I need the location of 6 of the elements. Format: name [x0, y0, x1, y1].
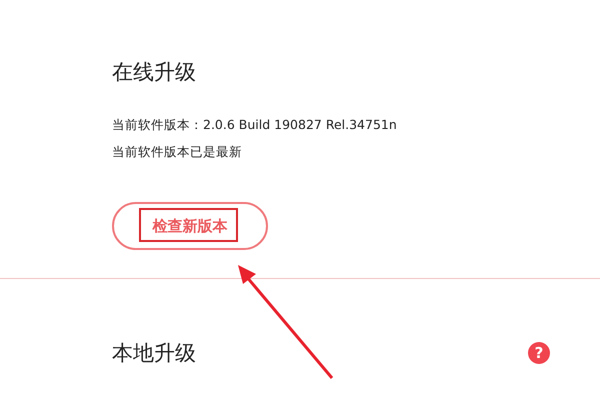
- check-update-button[interactable]: 检查新版本: [112, 202, 268, 250]
- help-button[interactable]: ?: [528, 342, 550, 364]
- status-text: 当前软件版本已是最新: [112, 143, 243, 161]
- section-title: 在线升级: [112, 59, 197, 86]
- section-title: 本地升级: [112, 340, 196, 367]
- version-text: 当前软件版本：2.0.6 Build 190827 Rel.34751n: [112, 116, 398, 134]
